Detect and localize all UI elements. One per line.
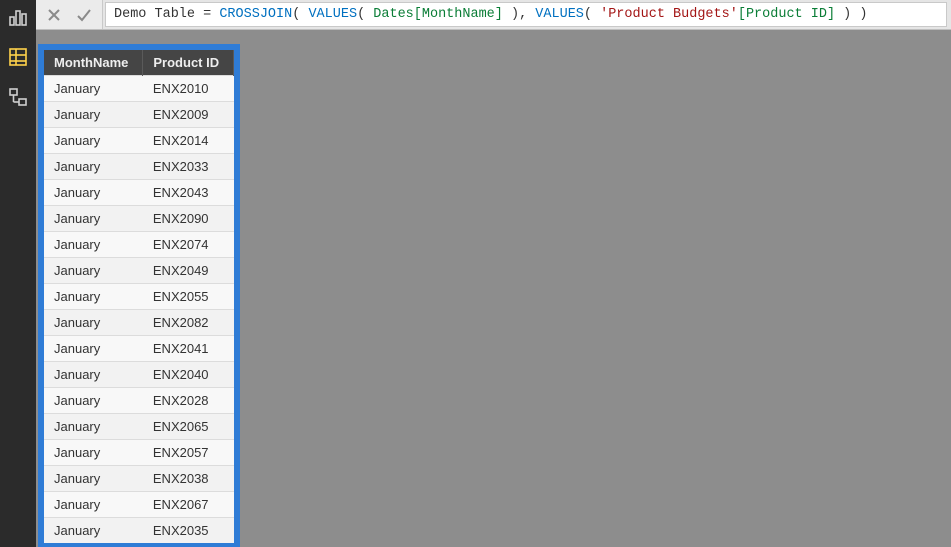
table-cell: ENX2057 xyxy=(143,440,234,466)
table-header-row: MonthName Product ID xyxy=(44,50,234,76)
data-table[interactable]: MonthName Product ID JanuaryENX2010Janua… xyxy=(44,50,234,543)
table-cell: ENX2010 xyxy=(143,76,234,102)
table-cell: ENX2090 xyxy=(143,206,234,232)
table-cell: ENX2049 xyxy=(143,258,234,284)
highlight-box: MonthName Product ID JanuaryENX2010Janua… xyxy=(38,44,240,547)
nav-rail xyxy=(0,0,36,547)
table-row[interactable]: JanuaryENX2014 xyxy=(44,128,234,154)
commit-formula-button[interactable] xyxy=(72,3,96,27)
col-header-monthname[interactable]: MonthName xyxy=(44,50,143,76)
table-cell: January xyxy=(44,206,143,232)
table-cell: ENX2067 xyxy=(143,492,234,518)
table-row[interactable]: JanuaryENX2074 xyxy=(44,232,234,258)
table-row[interactable]: JanuaryENX2082 xyxy=(44,310,234,336)
table-row[interactable]: JanuaryENX2055 xyxy=(44,284,234,310)
table-cell: January xyxy=(44,388,143,414)
table-cell: January xyxy=(44,440,143,466)
table-row[interactable]: JanuaryENX2035 xyxy=(44,518,234,544)
table-row[interactable]: JanuaryENX2065 xyxy=(44,414,234,440)
model-view-icon[interactable] xyxy=(7,86,29,108)
table-row[interactable]: JanuaryENX2090 xyxy=(44,206,234,232)
table-row[interactable]: JanuaryENX2049 xyxy=(44,258,234,284)
table-cell: January xyxy=(44,414,143,440)
table-cell: ENX2035 xyxy=(143,518,234,544)
table-cell: January xyxy=(44,466,143,492)
table-row[interactable]: JanuaryENX2033 xyxy=(44,154,234,180)
data-view-icon[interactable] xyxy=(7,46,29,68)
report-view-icon[interactable] xyxy=(7,6,29,28)
table-cell: ENX2009 xyxy=(143,102,234,128)
table-cell: January xyxy=(44,336,143,362)
table-cell: ENX2065 xyxy=(143,414,234,440)
data-canvas: MonthName Product ID JanuaryENX2010Janua… xyxy=(36,30,951,547)
table-row[interactable]: JanuaryENX2043 xyxy=(44,180,234,206)
table-cell: ENX2082 xyxy=(143,310,234,336)
table-row[interactable]: JanuaryENX2010 xyxy=(44,76,234,102)
table-cell: January xyxy=(44,258,143,284)
formula-bar: Demo Table = CROSSJOIN( VALUES( Dates[Mo… xyxy=(36,0,951,30)
table-row[interactable]: JanuaryENX2028 xyxy=(44,388,234,414)
col-header-productid[interactable]: Product ID xyxy=(143,50,234,76)
table-cell: ENX2074 xyxy=(143,232,234,258)
table-row[interactable]: JanuaryENX2041 xyxy=(44,336,234,362)
table-cell: ENX2028 xyxy=(143,388,234,414)
table-cell: January xyxy=(44,310,143,336)
table-cell: ENX2033 xyxy=(143,154,234,180)
table-row[interactable]: JanuaryENX2067 xyxy=(44,492,234,518)
table-cell: January xyxy=(44,76,143,102)
table-cell: January xyxy=(44,492,143,518)
table-cell: ENX2055 xyxy=(143,284,234,310)
table-cell: January xyxy=(44,518,143,544)
cancel-formula-button[interactable] xyxy=(42,3,66,27)
table-row[interactable]: JanuaryENX2009 xyxy=(44,102,234,128)
table-cell: ENX2040 xyxy=(143,362,234,388)
table-cell: January xyxy=(44,154,143,180)
table-cell: January xyxy=(44,128,143,154)
table-cell: ENX2043 xyxy=(143,180,234,206)
table-cell: January xyxy=(44,232,143,258)
table-cell: ENX2038 xyxy=(143,466,234,492)
table-row[interactable]: JanuaryENX2038 xyxy=(44,466,234,492)
table-cell: January xyxy=(44,180,143,206)
table-row[interactable]: JanuaryENX2057 xyxy=(44,440,234,466)
formula-text: Demo Table = CROSSJOIN( VALUES( Dates[Mo… xyxy=(114,7,867,22)
formula-input[interactable]: Demo Table = CROSSJOIN( VALUES( Dates[Mo… xyxy=(105,2,947,27)
table-cell: ENX2041 xyxy=(143,336,234,362)
table-cell: January xyxy=(44,362,143,388)
table-row[interactable]: JanuaryENX2040 xyxy=(44,362,234,388)
table-cell: January xyxy=(44,102,143,128)
table-cell: ENX2014 xyxy=(143,128,234,154)
table-cell: January xyxy=(44,284,143,310)
